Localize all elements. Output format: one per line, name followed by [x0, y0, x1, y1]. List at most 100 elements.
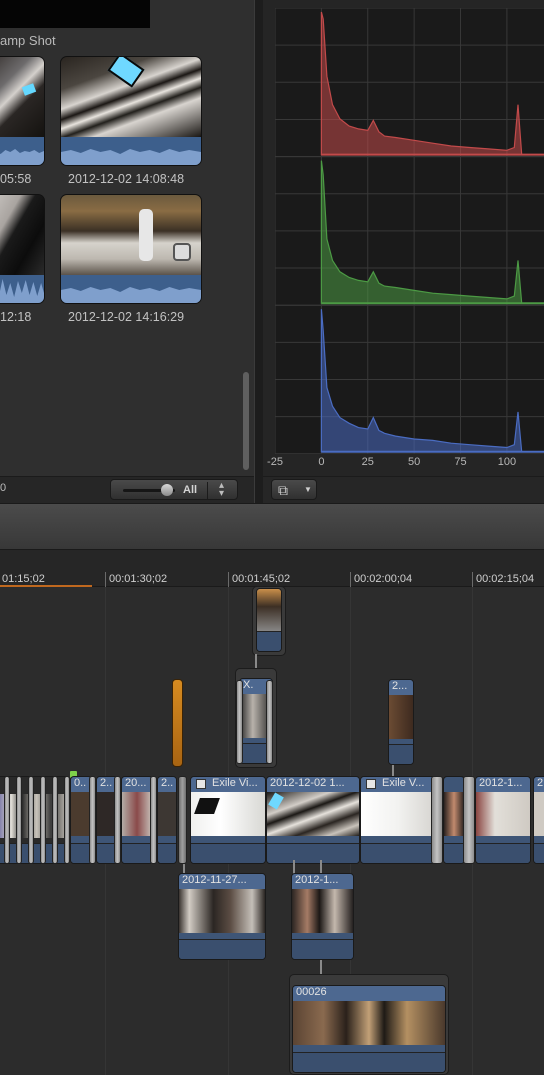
transition[interactable] [463, 776, 475, 864]
transition[interactable] [150, 776, 157, 864]
clip-title: 0.. [71, 777, 91, 792]
transition[interactable] [28, 776, 34, 864]
transition[interactable] [266, 680, 273, 764]
audio-strip [389, 744, 413, 764]
audio-strip [292, 939, 353, 959]
audio-waveform [0, 275, 44, 303]
panel-separator[interactable] [0, 503, 544, 550]
ruler-tick [350, 572, 351, 587]
slider-knob[interactable] [161, 484, 173, 496]
transition[interactable] [40, 776, 46, 864]
transition[interactable] [236, 680, 243, 764]
clip-thumbnail[interactable] [0, 56, 45, 166]
audio-waveform [61, 275, 201, 303]
transition[interactable] [89, 776, 96, 864]
clip-label: 2012-12-02 14:08:48 [68, 172, 185, 186]
rgb-histogram [275, 8, 544, 454]
gap-clip[interactable] [172, 679, 183, 767]
transition[interactable] [431, 776, 443, 864]
connected-clip[interactable]: 2012-11-27... [178, 873, 266, 960]
clip-title: 2012-12-02 1... [267, 777, 359, 792]
chevron-down-icon: ▼ [304, 485, 312, 494]
transition[interactable] [178, 776, 187, 864]
event-browser: amp Shot 05:58 2012-12-02 14:08:48 12:18… [0, 0, 254, 503]
storyline-clip[interactable]: 2.. [157, 776, 177, 864]
x-tick-label: 25 [361, 456, 374, 468]
clip-thumbnail[interactable] [60, 194, 202, 304]
connected-clip[interactable]: 00026 [292, 985, 446, 1073]
browser-scrollbar[interactable] [243, 372, 249, 470]
app-window: { "browser": { "event_name": "amp Shot",… [0, 0, 544, 1075]
timeline-ruler[interactable]: 01:15;02 00:01:30;02 00:01:45;02 00:02:0… [0, 550, 544, 587]
clip-title: 2.. [158, 777, 176, 792]
clip-title: 20... [122, 777, 152, 792]
connected-clip[interactable] [256, 588, 282, 652]
connection-line [320, 860, 322, 874]
clip-label: 12:18 [0, 310, 32, 324]
timecode: 00:01:30;02 [109, 573, 168, 585]
panel-divider[interactable] [254, 0, 263, 503]
audio-waveform [0, 137, 44, 165]
storyline-clip[interactable]: Exile Vi... [190, 776, 266, 864]
clip-title: 2... [389, 680, 413, 695]
title-clip-icon [366, 779, 376, 789]
clip-cluster[interactable] [0, 776, 70, 864]
x-tick-label: 0 [318, 456, 325, 468]
transition[interactable] [4, 776, 10, 864]
filter-all-label[interactable]: All [183, 484, 197, 496]
timecode: 00:02:00;04 [354, 573, 413, 585]
audio-strip [0, 843, 69, 863]
histogram-channel [320, 309, 523, 453]
histogram-channel [320, 11, 523, 156]
ruler-tick [228, 572, 229, 587]
audio-strip [158, 843, 176, 863]
clip-size-control[interactable]: All ▴ ▾ [110, 479, 238, 500]
filter-menu-icon[interactable]: ▴ ▾ [219, 481, 224, 499]
clip-title: 2012-1... [476, 777, 530, 792]
storyline-clip[interactable]: 2 [533, 776, 544, 864]
timecode: 00:01:45;02 [232, 573, 291, 585]
clip-title: 2 [534, 777, 544, 792]
viewer-edge [0, 0, 150, 28]
storyline-clip[interactable]: 20... [121, 776, 153, 864]
play-range [0, 585, 92, 587]
clip-thumbnail[interactable] [60, 56, 202, 166]
transition[interactable] [114, 776, 121, 864]
connection-line [255, 654, 257, 668]
clip-counter: 0 [0, 482, 7, 494]
storyline-clip[interactable] [443, 776, 465, 864]
event-name: amp Shot [0, 33, 56, 48]
timeline[interactable]: 01:15;02 00:01:30;02 00:01:45;02 00:02:0… [0, 550, 544, 1075]
crop-icon: ⧉ [278, 482, 288, 498]
timecode: 01:15;02 [2, 573, 45, 585]
connected-clip[interactable]: 2012-1... [291, 873, 354, 960]
clip-thumbnail[interactable] [0, 194, 45, 304]
storyline-clip[interactable]: 2012-1... [475, 776, 531, 864]
audio-strip [444, 843, 464, 863]
ruler-tick [105, 572, 106, 587]
audio-strip [267, 843, 359, 863]
histogram-channel [320, 160, 523, 304]
audio-strip [361, 843, 435, 863]
clip-title: 00026 [293, 986, 445, 1001]
audio-strip [122, 843, 152, 863]
video-scopes: -25 0 25 50 75 100 ⧉ ▼ [263, 0, 544, 503]
clip-label: 2012-12-02 14:16:29 [68, 310, 185, 324]
audio-waveform [61, 137, 201, 165]
storyline-clip[interactable]: Exile V... [360, 776, 436, 864]
transition[interactable] [52, 776, 58, 864]
storyline-clip[interactable]: 2012-12-02 1... [266, 776, 360, 864]
timecode: 00:02:15;04 [476, 573, 535, 585]
transition[interactable] [16, 776, 22, 864]
clip-title: 2012-1... [292, 874, 353, 889]
divider [207, 482, 208, 499]
connected-clip[interactable]: 2... [388, 679, 414, 765]
clip-label: 05:58 [0, 172, 32, 186]
histogram-plot [275, 8, 544, 454]
x-tick-label: -25 [267, 456, 283, 468]
audio-strip [293, 1052, 445, 1072]
audio-strip [179, 939, 265, 959]
scope-settings-button[interactable]: ⧉ ▼ [271, 479, 317, 500]
connection-line [293, 860, 295, 874]
title-clip-icon [196, 779, 206, 789]
